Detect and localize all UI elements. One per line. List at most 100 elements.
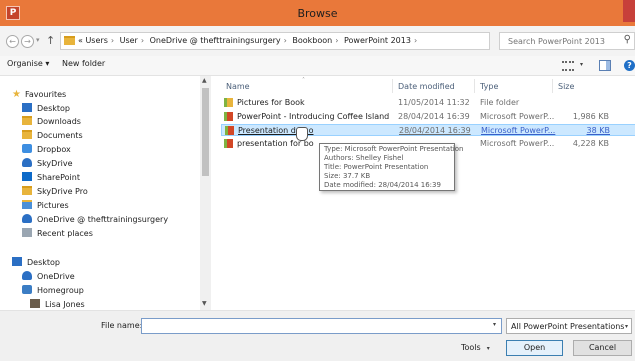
title-bar: P Browse: [0, 0, 635, 26]
address-row: ← → ▾ ↑ « Users › User › OneDrive @ theftt…: [0, 26, 635, 56]
tools-button[interactable]: Tools ▾: [461, 343, 490, 352]
sidebar-item-desktop-root[interactable]: Desktop: [12, 257, 60, 269]
sidebar-item-skydrive-pro[interactable]: SkyDrive Pro: [22, 186, 88, 198]
breadcrumb-separator-icon[interactable]: ›: [284, 36, 287, 45]
scrollbar-thumb[interactable]: [202, 88, 209, 176]
view-options-chevron-icon[interactable]: ▾: [580, 61, 583, 68]
file-name-input[interactable]: [141, 318, 502, 334]
chevron-down-icon: ▾: [624, 323, 628, 330]
user-icon: [30, 299, 40, 308]
navigation-scrollbar[interactable]: ▲ ▼: [200, 76, 211, 310]
desktop-icon: [12, 257, 22, 266]
column-header-type[interactable]: Type: [480, 82, 498, 91]
scroll-down-icon[interactable]: ▼: [202, 300, 207, 307]
open-button[interactable]: Open: [506, 340, 563, 356]
homegroup-icon: [22, 285, 32, 294]
search-icon[interactable]: ⚲: [624, 34, 631, 45]
sidebar-item-skydrive[interactable]: SkyDrive: [22, 158, 73, 170]
powerpoint-file-icon: [225, 126, 234, 135]
sidebar-item-downloads[interactable]: Downloads: [22, 116, 81, 128]
sidebar-item-pictures[interactable]: Pictures: [22, 200, 69, 212]
powerpoint-file-icon: [224, 112, 233, 121]
sidebar-item-desktop[interactable]: Desktop: [22, 103, 70, 115]
tooltip-size: Size: 37.7 KB: [324, 172, 371, 180]
column-divider[interactable]: [392, 79, 393, 93]
command-bar: Organise ▾ New folder ▾ ?: [0, 56, 635, 76]
breadcrumb-item-powerpoint-2013[interactable]: PowerPoint 2013: [344, 36, 411, 45]
sidebar-item-onedrive-business[interactable]: OneDrive @ thefttrainingsurgery: [22, 214, 168, 226]
breadcrumb: « Users › User › OneDrive @ thefttrainings…: [78, 36, 420, 45]
sidebar-item-sharepoint[interactable]: SharePoint: [22, 172, 80, 184]
cloud-icon: [22, 271, 32, 280]
new-folder-button[interactable]: New folder: [62, 59, 105, 68]
column-divider[interactable]: [474, 79, 475, 93]
documents-folder-icon: [22, 130, 32, 139]
preview-pane-icon[interactable]: [599, 60, 611, 71]
chevron-down-icon: ▾: [486, 345, 490, 352]
scroll-up-icon[interactable]: ▲: [202, 77, 207, 84]
tooltip-date: Date modified: 28/04/2014 16:39: [324, 181, 441, 189]
breadcrumb-separator-icon[interactable]: ›: [111, 36, 114, 45]
tooltip-title: Title: PowerPoint Presentation: [324, 163, 429, 171]
folder-icon: [224, 98, 233, 107]
sidebar-item-homegroup[interactable]: Homegroup: [22, 285, 84, 297]
file-list: ˄ Name Date modified Type Size Pictures …: [212, 76, 635, 310]
back-arrow-icon[interactable]: ←: [6, 35, 19, 48]
hand-cursor-icon: [296, 127, 308, 141]
cloud-icon: [22, 214, 32, 223]
cancel-button[interactable]: Cancel: [573, 340, 632, 356]
breadcrumb-separator-icon[interactable]: ›: [335, 36, 338, 45]
tooltip-authors: Authors: Shelley Fishel: [324, 154, 404, 162]
list-item[interactable]: PowerPoint - Introducing Coffee Island 2…: [221, 111, 635, 123]
help-icon[interactable]: ?: [624, 60, 635, 71]
sort-ascending-icon: ˄: [302, 77, 305, 84]
dialog-footer: File name: ▾ All PowerPoint Presentation…: [0, 310, 635, 361]
navigation-pane: ★ Favourites Desktop Downloads Documents …: [0, 76, 211, 310]
file-type-filter-value: All PowerPoint Presentations: [511, 322, 625, 331]
close-button[interactable]: [623, 0, 635, 22]
tooltip-type: Type: Microsoft PowerPoint Presentation: [324, 145, 464, 153]
breadcrumb-item-user[interactable]: User: [120, 36, 138, 45]
search-input[interactable]: [508, 35, 613, 47]
column-header-size[interactable]: Size: [558, 82, 574, 91]
change-view-icon[interactable]: [562, 61, 574, 71]
list-item-selected[interactable]: Presentation demo 28/04/2014 16:39 Micro…: [221, 124, 635, 136]
sidebar-item-onedrive[interactable]: OneDrive: [22, 271, 75, 283]
column-header-name[interactable]: Name: [226, 82, 250, 91]
list-item[interactable]: Pictures for Book 11/05/2014 11:32 File …: [221, 97, 635, 109]
dropbox-icon: [22, 144, 32, 153]
file-name-label: File name:: [101, 321, 143, 330]
folder-icon: [22, 186, 32, 195]
folder-icon: [64, 36, 75, 45]
breadcrumb-item-bookboon[interactable]: Bookboon: [292, 36, 332, 45]
sharepoint-icon: [22, 172, 32, 181]
organise-button[interactable]: Organise ▾: [7, 59, 49, 68]
search-box[interactable]: ⚲: [499, 32, 635, 50]
forward-arrow-icon[interactable]: →: [21, 35, 34, 48]
cloud-icon: [22, 158, 32, 167]
breadcrumb-item-onedrive[interactable]: OneDrive @ thefttrainingsurgery: [150, 36, 281, 45]
file-type-filter-select[interactable]: All PowerPoint Presentations ▾: [506, 318, 632, 334]
star-icon: ★: [12, 89, 21, 100]
pictures-icon: [22, 200, 32, 209]
sidebar-item-dropbox[interactable]: Dropbox: [22, 144, 71, 156]
sidebar-item-recent-places[interactable]: Recent places: [22, 228, 93, 240]
desktop-icon: [22, 103, 32, 112]
sidebar-favourites[interactable]: ★ Favourites: [12, 89, 66, 101]
column-divider[interactable]: [552, 79, 553, 93]
up-arrow-icon[interactable]: ↑: [46, 34, 55, 47]
window-title: Browse: [297, 7, 338, 20]
column-header-date[interactable]: Date modified: [398, 82, 455, 91]
recent-locations-chevron-icon[interactable]: ▾: [36, 36, 40, 44]
breadcrumb-separator-icon[interactable]: ›: [414, 36, 417, 45]
file-info-tooltip: Type: Microsoft PowerPoint Presentation …: [319, 143, 464, 191]
breadcrumb-overflow[interactable]: «: [78, 36, 83, 45]
downloads-folder-icon: [22, 116, 32, 125]
powerpoint-file-icon: [224, 139, 233, 148]
recent-places-icon: [22, 228, 32, 237]
breadcrumb-separator-icon[interactable]: ›: [141, 36, 144, 45]
sidebar-item-documents[interactable]: Documents: [22, 130, 83, 142]
file-name-history-chevron-icon[interactable]: ▾: [493, 321, 496, 328]
breadcrumb-item-users[interactable]: Users: [85, 36, 107, 45]
address-bar[interactable]: « Users › User › OneDrive @ thefttrainings…: [60, 32, 549, 50]
